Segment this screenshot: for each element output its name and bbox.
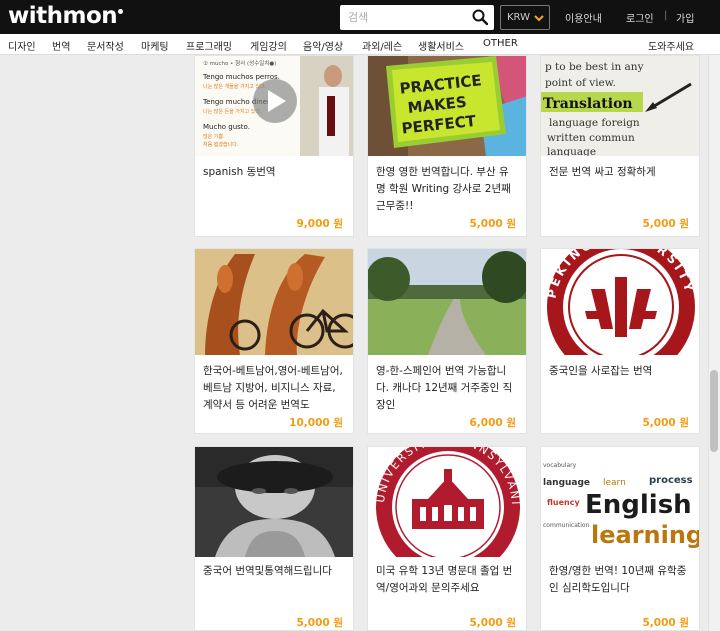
category-translation[interactable]: 번역 — [52, 38, 70, 53]
bicycle-mural-image — [195, 249, 353, 355]
peking-university-seal-image: PEKING UNIVERSITY — [541, 249, 699, 355]
practice-notes-image: PRACTICE MAKES PERFECT — [368, 56, 526, 156]
park-path-image — [368, 249, 526, 355]
card-thumbnail: PRACTICE MAKES PERFECT — [368, 56, 526, 156]
chevron-down-icon — [534, 15, 544, 22]
card-thumbnail — [368, 249, 526, 355]
search-input[interactable] — [340, 5, 470, 30]
service-card[interactable]: ② mucho • 형사 (성수일치●) Tengo muchos perros… — [194, 55, 354, 237]
category-help-wanted[interactable]: 도와주세요 — [648, 38, 694, 53]
dictionary-text: Translation — [543, 96, 633, 112]
currency-select[interactable]: KRW — [500, 5, 550, 30]
translation-dictionary-image: p to be best in any point of view. Trans… — [541, 56, 699, 156]
video-line: Mucho gusto. — [203, 123, 250, 131]
card-price: 5,000 원 — [296, 617, 343, 629]
card-thumbnail: p to be best in any point of view. Trans… — [541, 56, 699, 156]
logo-dot-icon — [118, 9, 124, 14]
category-tutoring[interactable]: 과외/레슨 — [362, 38, 402, 53]
guide-link[interactable]: 이용안내 — [565, 10, 602, 25]
dictionary-text: language — [547, 146, 596, 156]
wordcloud-text: English — [585, 490, 692, 520]
wordcloud-text: vocabulary — [543, 462, 577, 469]
card-price: 10,000 원 — [289, 417, 343, 429]
category-design[interactable]: 디자인 — [8, 38, 36, 53]
wordcloud-text: learning — [591, 521, 700, 549]
scrollbar-track[interactable] — [708, 55, 720, 631]
divider: | — [664, 10, 668, 21]
dictionary-text: language foreign — [549, 117, 640, 129]
card-title[interactable]: 중국인을 사로잡는 번역 — [549, 363, 691, 380]
category-marketing[interactable]: 마케팅 — [141, 38, 169, 53]
service-card[interactable]: UNIVERSITAS PENNSYLVANIENSIS 미국 유학 13년 명… — [367, 446, 527, 631]
video-line: 처음 뵙겠습니다. — [203, 141, 239, 148]
top-bar: withmon KRW 이용안내 로그인 | 가입 — [0, 0, 720, 34]
service-card[interactable]: 중국어 번역및통역해드립니다 5,000 원 — [194, 446, 354, 631]
logo[interactable]: withmon — [8, 3, 124, 29]
service-card[interactable]: PEKING UNIVERSITY 중국인을 사로잡는 번역 5,000 원 — [540, 248, 700, 434]
service-card[interactable]: p to be best in any point of view. Trans… — [540, 55, 700, 237]
logo-text: withmon — [8, 3, 118, 29]
scrollbar-thumb[interactable] — [710, 370, 718, 452]
video-line: 많은 기쁨. — [203, 133, 225, 140]
card-price: 5,000 원 — [642, 417, 689, 429]
dictionary-text: p to be best in any — [545, 61, 644, 73]
dictionary-text: point of view. — [545, 77, 616, 89]
card-title[interactable]: 영-한-스페인어 번역 가능합니다. 캐나다 12년째 거주중인 직장인 — [376, 363, 518, 414]
category-other[interactable]: OTHER — [483, 38, 518, 49]
card-price: 9,000 원 — [296, 218, 343, 230]
video-thumbnail-image: ② mucho • 형사 (성수일치●) Tengo muchos perros… — [195, 56, 353, 156]
video-line: 나는 많은 돈을 가지고 있다. — [203, 108, 262, 115]
card-title[interactable]: 중국어 번역및통역해드립니다 — [203, 563, 345, 580]
play-icon[interactable] — [253, 79, 297, 123]
category-life-services[interactable]: 생활서비스 — [418, 38, 464, 53]
card-price: 5,000 원 — [642, 617, 689, 629]
service-card[interactable]: 한국어-베트남어,영어-베트남어, 베트남 지방어, 비지니스 자료,계약서 등… — [194, 248, 354, 434]
wordcloud-text: language — [543, 478, 590, 488]
wordcloud-text: process — [649, 475, 693, 486]
card-thumbnail — [195, 249, 353, 355]
category-bar: 디자인 번역 문서작성 마케팅 프로그래밍 게임강의 음악/영상 과외/레슨 생… — [0, 34, 720, 55]
wordcloud-text: fluency — [547, 498, 580, 507]
card-thumbnail: PEKING UNIVERSITY — [541, 249, 699, 355]
university-seal-image: UNIVERSITAS PENNSYLVANIENSIS — [368, 447, 526, 557]
category-game-lessons[interactable]: 게임강의 — [250, 38, 287, 53]
card-title[interactable]: 전문 번역 싸고 정확하게 — [549, 164, 691, 181]
service-card[interactable]: language fluency learn process English l… — [540, 446, 700, 631]
card-title[interactable]: spanish 동번역 — [203, 164, 345, 181]
currency-value: KRW — [507, 12, 530, 23]
video-line: Tengo muchos perros. — [202, 73, 280, 81]
search-box — [340, 5, 494, 30]
card-title[interactable]: 한국어-베트남어,영어-베트남어, 베트남 지방어, 비지니스 자료,계약서 등… — [203, 363, 345, 414]
service-card[interactable]: 영-한-스페인어 번역 가능합니다. 캐나다 12년째 거주중인 직장인 6,0… — [367, 248, 527, 434]
portrait-photo-image — [195, 447, 353, 557]
card-thumbnail: ② mucho • 형사 (성수일치●) Tengo muchos perros… — [195, 56, 353, 156]
signup-link[interactable]: 가입 — [676, 10, 694, 25]
card-price: 5,000 원 — [469, 218, 516, 230]
card-thumbnail: language fluency learn process English l… — [541, 447, 700, 557]
wordcloud-text: learn — [603, 478, 626, 488]
login-link[interactable]: 로그인 — [626, 10, 654, 25]
video-header-text: ② mucho • 형사 (성수일치●) — [203, 59, 276, 67]
card-price: 6,000 원 — [469, 417, 516, 429]
category-music-video[interactable]: 음악/영상 — [303, 38, 343, 53]
card-price: 5,000 원 — [469, 617, 516, 629]
dictionary-text: written commun — [547, 132, 635, 144]
card-thumbnail — [195, 447, 353, 557]
card-title[interactable]: 미국 유학 13년 명문대 졸업 번역/영어과외 문의주세요 — [376, 563, 518, 597]
card-price: 5,000 원 — [642, 218, 689, 230]
service-card[interactable]: PRACTICE MAKES PERFECT 한영 영한 번역합니다. 부산 유… — [367, 55, 527, 237]
wordcloud-text: communication — [543, 522, 590, 529]
english-wordcloud-image: language fluency learn process English l… — [541, 447, 700, 557]
card-thumbnail: UNIVERSITAS PENNSYLVANIENSIS — [368, 447, 526, 557]
card-title[interactable]: 한영 영한 번역합니다. 부산 유명 학원 Writing 강사로 2년째 근무… — [376, 164, 518, 215]
category-documents[interactable]: 문서작성 — [87, 38, 124, 53]
card-title[interactable]: 한영/영한 번역! 10년째 유학중인 심리학도입니다 — [549, 563, 691, 597]
category-programming[interactable]: 프로그래밍 — [186, 38, 232, 53]
search-icon[interactable] — [472, 9, 488, 25]
